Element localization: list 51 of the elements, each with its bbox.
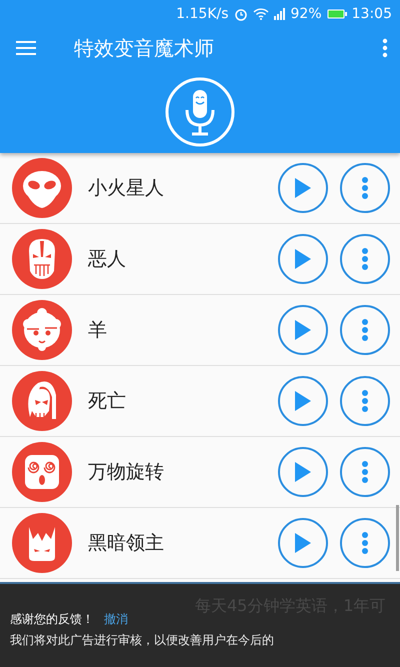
network-speed: 1.15K/s: [176, 6, 229, 22]
alarm-icon: [234, 7, 248, 21]
feedback-message: 感谢您的反馈！: [10, 611, 94, 628]
play-icon: [294, 248, 312, 270]
play-button[interactable]: [278, 305, 328, 355]
effect-name: 恶人: [88, 247, 127, 272]
play-button[interactable]: [278, 447, 328, 497]
more-icon: [361, 531, 369, 555]
play-button[interactable]: [278, 234, 328, 284]
death-face-icon: [12, 371, 72, 431]
microphone-record-button[interactable]: [165, 77, 235, 147]
app-title: 特效变音魔术师: [74, 34, 215, 62]
feedback-note: 我们将对此广告进行审核，以便改善用户在今后的: [10, 632, 274, 649]
more-options-button[interactable]: [340, 163, 390, 213]
wifi-icon: [252, 8, 269, 20]
lord-face-icon: [12, 513, 72, 573]
clock-time: 13:05: [352, 6, 392, 22]
villain-face-icon: [12, 229, 72, 289]
undo-link[interactable]: 撤消: [104, 611, 128, 628]
more-options-button[interactable]: [340, 305, 390, 355]
signal-icon: [274, 8, 286, 20]
more-icon: [361, 176, 369, 200]
play-button[interactable]: [278, 376, 328, 426]
effect-name: 小火星人: [88, 176, 165, 201]
alien-face-icon: [12, 158, 72, 218]
menu-icon[interactable]: [16, 41, 36, 55]
more-options-button[interactable]: [340, 447, 390, 497]
scrollbar: [396, 505, 399, 571]
effect-name: 万物旋转: [88, 460, 165, 485]
effect-name: 黑暗领主: [88, 531, 165, 556]
sheep-face-icon: [12, 300, 72, 360]
play-icon: [294, 390, 312, 412]
dizzy-face-icon: [12, 442, 72, 502]
play-button[interactable]: [278, 518, 328, 568]
effect-name: 羊: [88, 318, 108, 343]
more-icon: [361, 318, 369, 342]
play-button[interactable]: [278, 163, 328, 213]
more-options-icon[interactable]: [382, 38, 388, 58]
more-icon: [361, 247, 369, 271]
play-icon: [294, 532, 312, 554]
more-options-button[interactable]: [340, 376, 390, 426]
battery-percentage: 92%: [290, 6, 322, 22]
more-icon: [361, 389, 369, 413]
play-icon: [294, 319, 312, 341]
battery-icon: [326, 9, 347, 19]
more-options-button[interactable]: [340, 234, 390, 284]
play-icon: [294, 461, 312, 483]
effect-name: 死亡: [88, 389, 127, 414]
more-icon: [361, 460, 369, 484]
more-options-button[interactable]: [340, 518, 390, 568]
play-icon: [294, 177, 312, 199]
